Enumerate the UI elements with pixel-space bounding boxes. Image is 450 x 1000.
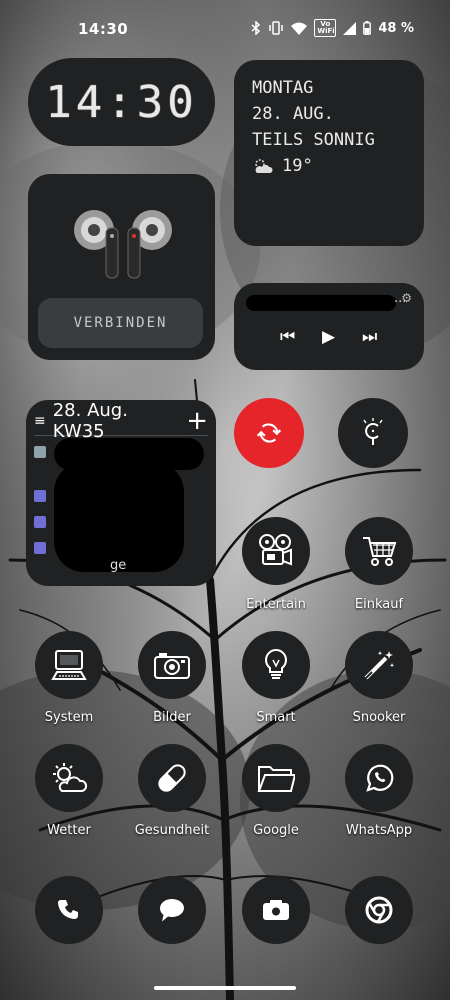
pill-icon xyxy=(158,764,186,792)
media-title-redacted xyxy=(246,295,396,311)
app-einkauf[interactable] xyxy=(345,517,413,585)
calendar-item-text: ge xyxy=(110,558,127,573)
chrome-icon xyxy=(365,896,393,924)
app-label: Snooker xyxy=(352,710,406,725)
play-button[interactable]: ▶ xyxy=(322,327,335,347)
messages-icon xyxy=(159,899,184,922)
rotate-button[interactable] xyxy=(234,398,304,468)
signal-icon xyxy=(343,21,357,35)
bluetooth-icon xyxy=(251,21,261,35)
weather-widget[interactable]: MONTAG 28. AUG. TEILS SONNIG 19° xyxy=(234,60,424,246)
gesture-navigation-bar[interactable] xyxy=(154,986,296,990)
clock-time: 14:30 xyxy=(45,76,198,128)
magic-wand-icon xyxy=(364,651,395,680)
flashlight-icon xyxy=(363,418,383,445)
phone-icon xyxy=(58,900,78,919)
connect-button[interactable]: VERBINDEN xyxy=(38,298,203,348)
app-smart[interactable] xyxy=(242,631,310,699)
status-bar: 14:30 Vo WiFi 48 % xyxy=(0,0,450,56)
wifi-icon xyxy=(291,22,308,35)
app-entertain[interactable] xyxy=(242,517,310,585)
whatsapp-icon xyxy=(366,764,394,792)
app-label: Google xyxy=(253,823,299,838)
battery-icon xyxy=(363,21,372,35)
folder-icon xyxy=(257,766,295,792)
weather-date: 28. AUG. xyxy=(252,104,334,124)
dock-camera[interactable] xyxy=(242,876,310,944)
light-bulb-icon xyxy=(265,648,287,679)
weather-temperature: 19° xyxy=(282,156,313,176)
app-google[interactable] xyxy=(242,744,310,812)
earbuds-icon xyxy=(74,210,172,279)
camera-app-icon xyxy=(263,900,289,920)
app-whatsapp[interactable] xyxy=(345,744,413,812)
media-player-widget[interactable]: ... ⚙ ⏮ ▶ ⏭ xyxy=(234,283,424,370)
app-label: System xyxy=(44,710,94,725)
camera-icon xyxy=(154,653,190,679)
calendar-menu-icon[interactable]: ≡ xyxy=(34,413,46,429)
shopping-cart-icon xyxy=(363,537,397,566)
app-label: Wetter xyxy=(47,823,91,838)
previous-button[interactable]: ⏮ xyxy=(280,327,295,347)
weather-day: MONTAG xyxy=(252,78,314,98)
media-settings-icon[interactable]: ⚙ xyxy=(401,291,412,305)
app-wetter[interactable] xyxy=(35,744,103,812)
partly-sunny-icon xyxy=(255,159,273,173)
film-projector-icon xyxy=(259,534,292,566)
app-label: Gesundheit xyxy=(134,823,210,838)
calendar-date-header[interactable]: 28. Aug. KW35 xyxy=(53,400,179,442)
app-bilder[interactable] xyxy=(138,631,206,699)
status-time: 14:30 xyxy=(78,20,129,38)
dock-messages[interactable] xyxy=(138,876,206,944)
app-label: Einkauf xyxy=(354,597,404,612)
calendar-redacted xyxy=(54,462,184,572)
app-gesundheit[interactable] xyxy=(138,744,206,812)
dock-phone[interactable] xyxy=(35,876,103,944)
calendar-item-marker xyxy=(34,490,46,502)
weather-condition: TEILS SONNIG xyxy=(252,130,375,150)
calendar-add-button[interactable]: + xyxy=(186,408,208,434)
clock-widget[interactable]: 14:30 xyxy=(28,58,215,146)
vowifi-icon: Vo WiFi xyxy=(314,19,337,37)
app-label: WhatsApp xyxy=(345,823,413,838)
dock-chrome[interactable] xyxy=(345,876,413,944)
calendar-item-marker xyxy=(34,516,46,528)
calendar-widget[interactable]: ≡ 28. Aug. KW35 + ge xyxy=(26,400,216,586)
vibrate-icon xyxy=(269,21,284,35)
calendar-item-marker xyxy=(34,446,46,458)
app-label: Smart xyxy=(256,710,296,725)
flashlight-button[interactable] xyxy=(338,398,408,468)
calendar-item-marker xyxy=(34,542,46,554)
battery-percent: 48 % xyxy=(378,20,414,36)
app-snooker[interactable] xyxy=(345,631,413,699)
earbuds-widget[interactable]: VERBINDEN xyxy=(28,174,215,360)
weather-icon xyxy=(53,763,88,792)
next-button[interactable]: ⏭ xyxy=(362,327,377,347)
computer-icon xyxy=(51,650,87,680)
app-label: Entertain xyxy=(246,597,306,612)
app-label: Bilder xyxy=(153,710,191,725)
rotate-icon xyxy=(256,423,282,443)
app-system[interactable] xyxy=(35,631,103,699)
